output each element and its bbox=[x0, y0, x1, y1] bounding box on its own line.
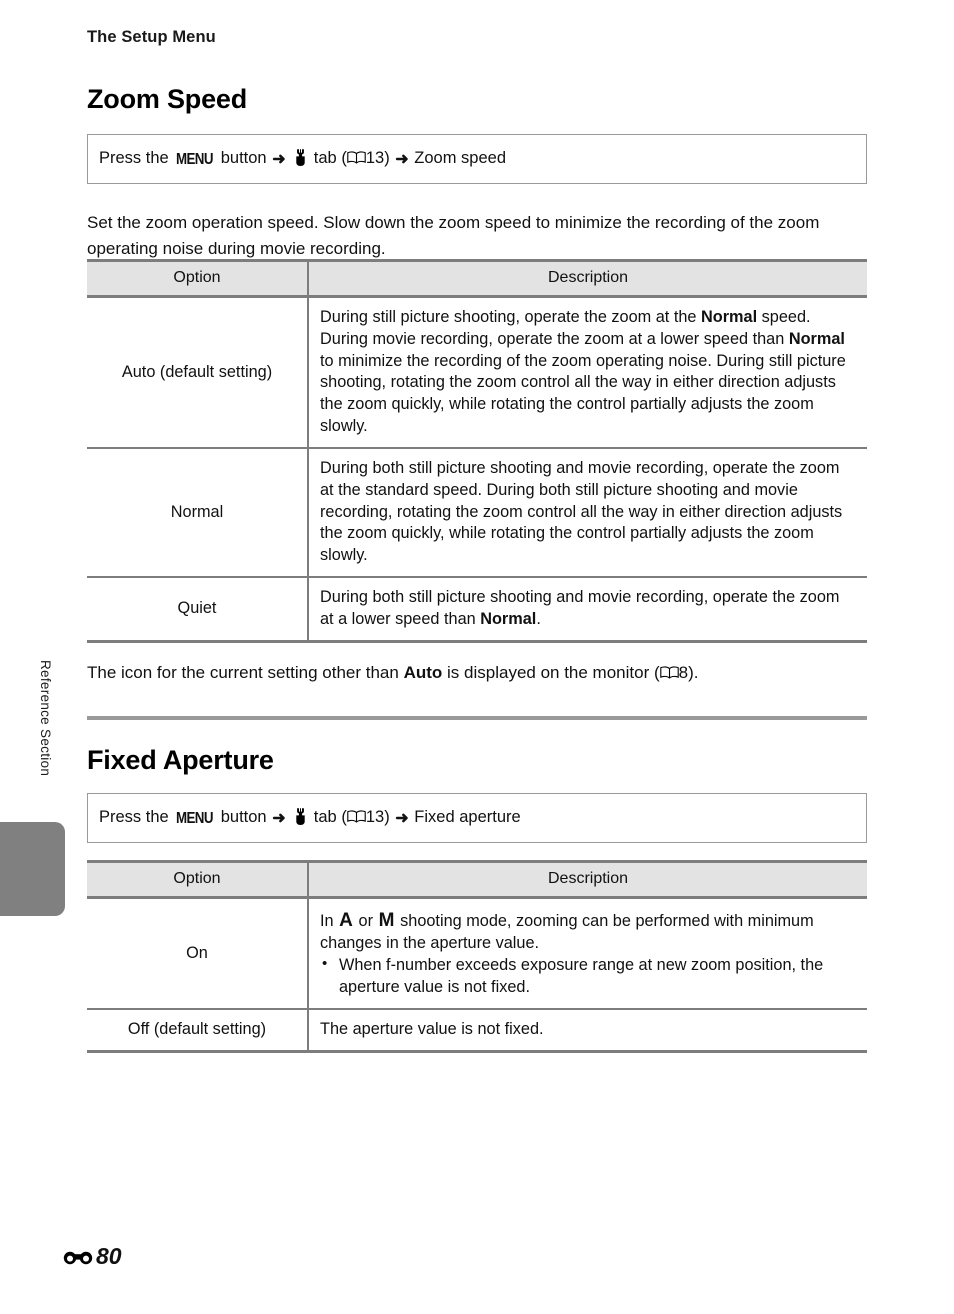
option-name-cell: On bbox=[87, 897, 309, 1010]
table-header-row-2: Option Description bbox=[87, 860, 867, 899]
menu-path-target-2: Fixed aperture bbox=[414, 808, 521, 826]
menu-path-target: Zoom speed bbox=[414, 149, 506, 167]
book-page-reference-icon-2 bbox=[347, 810, 366, 823]
shooting-mode-glyph-a: A bbox=[339, 910, 354, 931]
column-header-option: Option bbox=[87, 259, 309, 298]
emphasis-text: Auto bbox=[403, 663, 443, 682]
menu-path-close-paren-2: ) bbox=[384, 808, 390, 826]
menu-path-prefix: Press the bbox=[99, 149, 169, 167]
option-description-cell: During both still picture shooting and m… bbox=[308, 447, 867, 579]
column-header-description-2: Description bbox=[308, 860, 867, 899]
wrench-setup-tab-icon-2 bbox=[294, 808, 307, 825]
reference-section-thumb-tab bbox=[0, 822, 65, 916]
table-row: Quiet During both still picture shooting … bbox=[87, 577, 867, 643]
book-page-reference-icon-inline bbox=[659, 666, 679, 679]
table-row: Off (default setting) The aperture value … bbox=[87, 1008, 867, 1053]
page-folio: 80 bbox=[63, 1243, 122, 1270]
arrow-right-icon-3: ➜ bbox=[272, 809, 286, 827]
zoom-speed-note-paragraph: The icon for the current setting other t… bbox=[87, 663, 699, 682]
folio-number: 80 bbox=[96, 1243, 122, 1269]
description-lead: In A or M shooting mode, zooming can be … bbox=[320, 910, 814, 953]
option-description-cell: During both still picture shooting and m… bbox=[308, 577, 867, 643]
arrow-right-icon-4: ➜ bbox=[395, 809, 409, 827]
page-title-zoom-speed: Zoom Speed bbox=[87, 84, 248, 114]
option-description-cell: In A or M shooting mode, zooming can be … bbox=[308, 897, 867, 1010]
table-row: Normal During both still picture shooting… bbox=[87, 447, 867, 579]
option-description-cell: During still picture shooting, operate t… bbox=[308, 296, 867, 449]
page-title-fixed-aperture: Fixed Aperture bbox=[87, 745, 274, 775]
wrench-setup-tab-icon bbox=[294, 149, 307, 166]
arrow-right-icon-2: ➜ bbox=[395, 150, 409, 168]
list-item: When f-number exceeds exposure range at … bbox=[320, 954, 857, 999]
menu-button-label: MENU bbox=[176, 150, 214, 168]
shooting-mode-glyph-m: M bbox=[378, 910, 395, 931]
zoom-speed-options-table: Option Description Auto (default setting… bbox=[87, 259, 867, 643]
description-lead: The aperture value is not fixed. bbox=[320, 1019, 544, 1038]
emphasis-text: Normal bbox=[701, 308, 758, 326]
option-name-cell: Auto (default setting) bbox=[87, 296, 309, 449]
option-name-cell: Normal bbox=[87, 447, 309, 579]
running-head: The Setup Menu bbox=[87, 28, 216, 46]
option-name-cell: Quiet bbox=[87, 577, 309, 643]
menu-path-page-ref-2: 13 bbox=[365, 808, 385, 826]
emphasis-text: Normal bbox=[788, 329, 845, 348]
fixed-aperture-options-table: Option Description On In A or M shooting … bbox=[87, 860, 867, 1053]
emphasis-text: Normal bbox=[480, 609, 537, 628]
menu-path-close-paren: ) bbox=[384, 149, 390, 167]
menu-path-button-word-2: button bbox=[220, 808, 267, 826]
menu-path-tab-word: tab bbox=[313, 149, 337, 167]
side-label-text: Reference Section bbox=[38, 660, 53, 777]
menu-button-label-2: MENU bbox=[176, 809, 214, 827]
column-header-description: Description bbox=[308, 259, 867, 298]
zoom-speed-intro-paragraph: Set the zoom operation speed. Slow down … bbox=[87, 213, 820, 258]
menu-path-button-word: button bbox=[220, 149, 267, 167]
table-header-row: Option Description bbox=[87, 259, 867, 298]
menu-path-page-ref: 13 bbox=[365, 149, 385, 167]
table-row: Auto (default setting) During still pictu… bbox=[87, 296, 867, 449]
column-header-option-2: Option bbox=[87, 860, 309, 899]
description-bullet-list: When f-number exceeds exposure range at … bbox=[320, 954, 857, 999]
arrow-right-icon: ➜ bbox=[272, 150, 286, 168]
menu-path-prefix-2: Press the bbox=[99, 808, 169, 826]
section-divider-rule bbox=[87, 716, 867, 720]
menu-path-callout-fixed-aperture: Press the MENU button ➜ tab ( 13) ➜ Fixe… bbox=[87, 793, 867, 843]
menu-path-callout-zoom-speed: Press the MENU button ➜ tab ( 13) ➜ Zoom… bbox=[87, 134, 867, 184]
book-page-reference-icon bbox=[347, 151, 366, 164]
option-description-cell: The aperture value is not fixed. bbox=[308, 1008, 867, 1053]
table-row: On In A or M shooting mode, zooming can b… bbox=[87, 897, 867, 1010]
option-name-cell: Off (default setting) bbox=[87, 1008, 309, 1053]
reference-section-mark-icon bbox=[63, 1247, 95, 1267]
menu-path-tab-word-2: tab bbox=[313, 808, 337, 826]
